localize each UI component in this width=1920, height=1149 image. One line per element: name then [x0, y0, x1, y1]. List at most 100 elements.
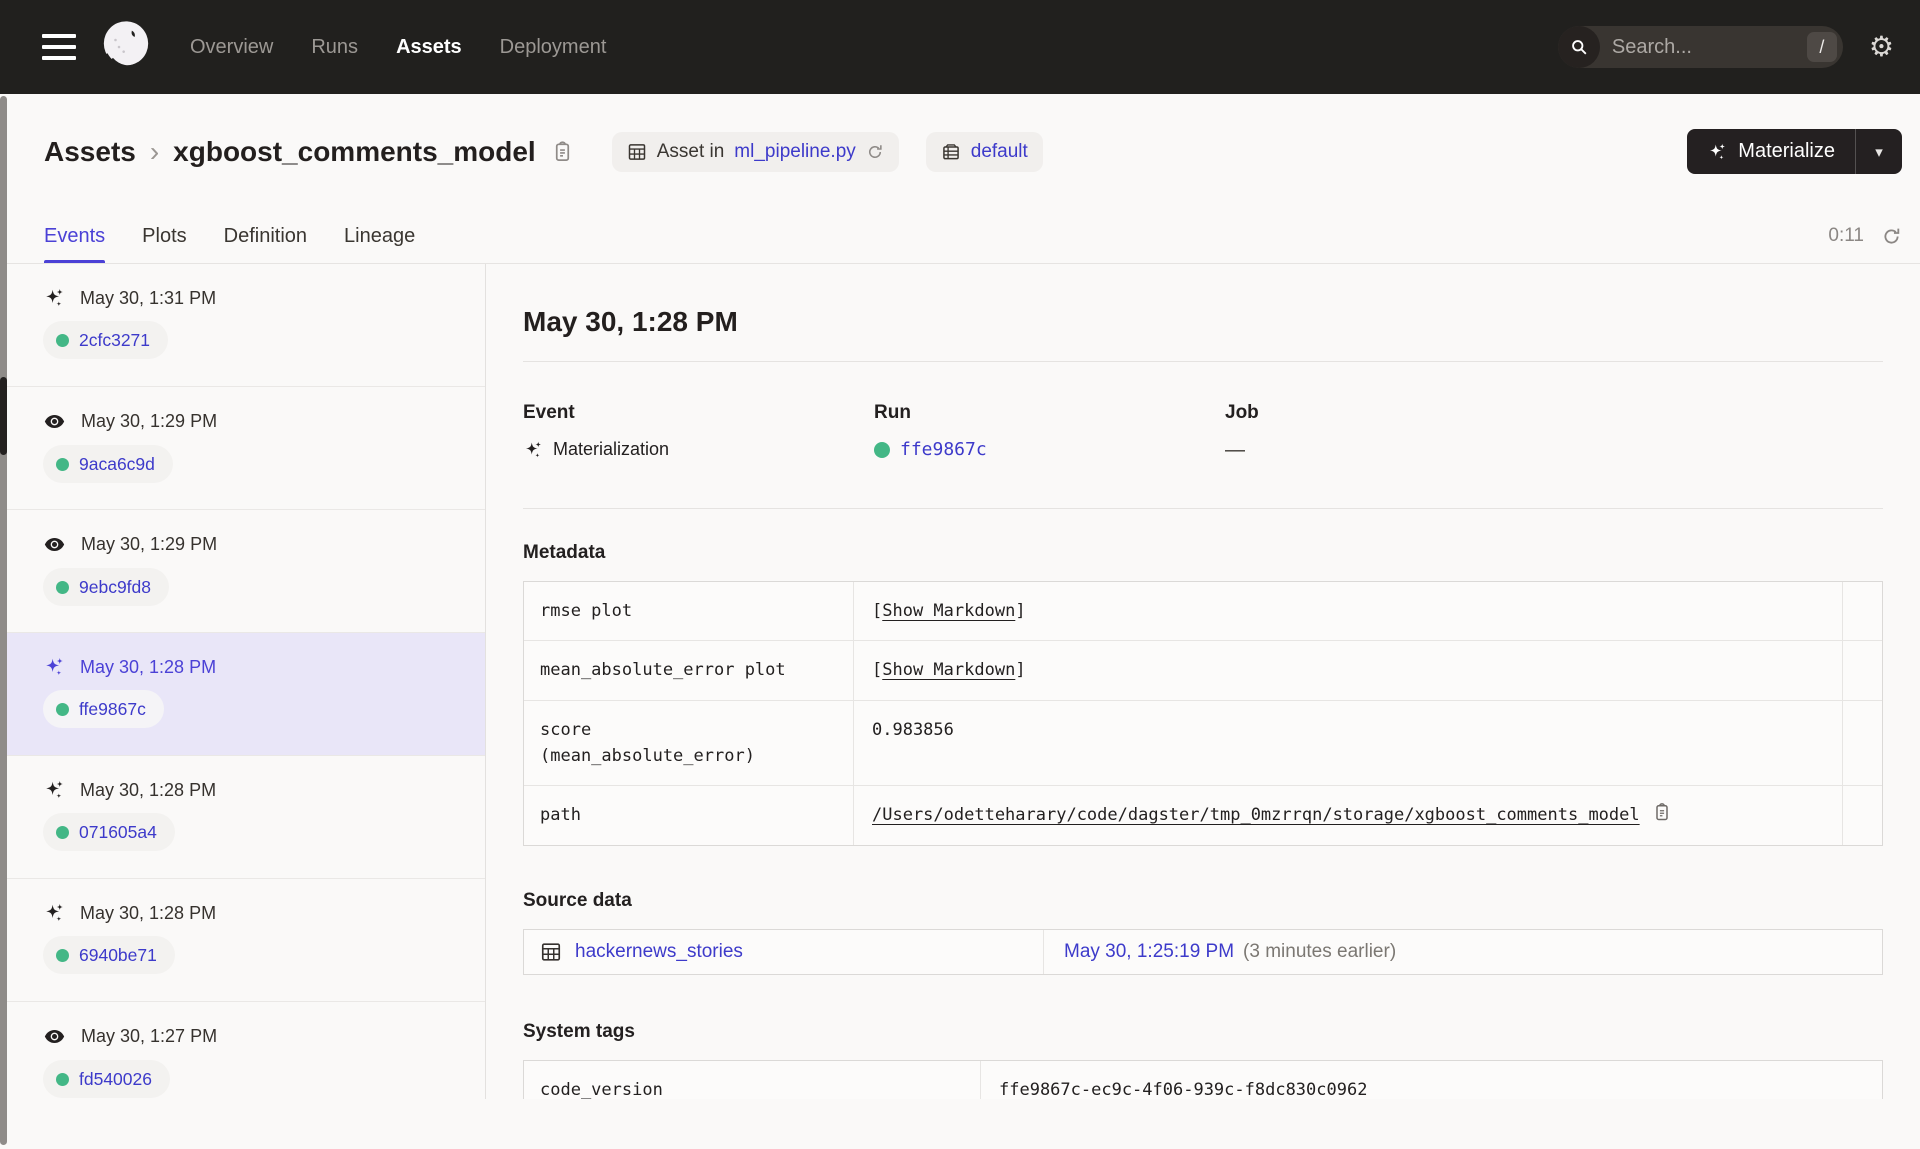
page-title-asset-name: xgboost_comments_model [173, 135, 536, 167]
materialization-sparkle-icon [43, 902, 65, 924]
materialize-dropdown-button[interactable]: ▾ [1856, 129, 1902, 174]
nav-item-overview[interactable]: Overview [190, 36, 273, 59]
top-navigation-bar: Overview Runs Assets Deployment Search..… [0, 0, 1920, 94]
source-timestamp-link[interactable]: May 30, 1:25:19 PM [1064, 941, 1234, 963]
system-tag-key: code_version [524, 1060, 981, 1099]
metadata-row: rmse plot [Show Markdown] [524, 582, 1882, 642]
dagster-logo[interactable] [98, 18, 154, 76]
event-timestamp: May 30, 1:29 PM [81, 534, 218, 554]
show-markdown-link[interactable]: Show Markdown [882, 598, 1015, 624]
materialize-button[interactable]: Materialize [1687, 129, 1855, 174]
reload-location-icon[interactable] [866, 143, 884, 161]
observation-eye-icon [43, 533, 66, 556]
materialization-sparkle-icon [43, 656, 65, 678]
bracket: [ [872, 660, 883, 681]
event-list-item[interactable]: May 30, 1:28 PM 071605a4 [0, 756, 485, 879]
event-list-item[interactable]: May 30, 1:27 PM fd540026 [0, 1002, 485, 1099]
event-column-label: Event [523, 402, 575, 423]
materialization-sparkle-icon [43, 287, 65, 309]
show-markdown-link[interactable]: Show Markdown [882, 657, 1015, 683]
job-empty-value: — [1225, 439, 1245, 461]
event-list-item[interactable]: May 30, 1:29 PM 9ebc9fd8 [0, 510, 485, 633]
vertical-scrollbar-thumb[interactable] [0, 377, 7, 455]
event-type-value: Materialization [553, 439, 670, 459]
source-data-table: hackernews_stories May 30, 1:25:19 PM (3… [523, 928, 1883, 975]
event-timestamp: May 30, 1:28 PM [80, 902, 217, 923]
tab-lineage[interactable]: Lineage [344, 209, 415, 263]
vertical-scrollbar-track[interactable] [0, 96, 7, 1145]
materialize-label: Materialize [1738, 140, 1835, 162]
asset-grid-icon [627, 142, 647, 162]
event-timestamp: May 30, 1:28 PM [80, 779, 217, 800]
run-id-pill[interactable]: 2cfc3271 [43, 321, 169, 359]
run-id-pill[interactable]: 9ebc9fd8 [43, 568, 170, 606]
asset-page-header: Assets › xgboost_comments_model Asset in… [0, 94, 1920, 209]
run-success-dot [56, 825, 69, 839]
nav-item-assets[interactable]: Assets [396, 36, 462, 59]
asset-grid-icon [540, 941, 562, 963]
tab-plots[interactable]: Plots [142, 209, 186, 263]
refresh-icon[interactable] [1881, 226, 1902, 247]
bracket: [ [872, 601, 883, 621]
run-id-link: 071605a4 [79, 821, 157, 842]
run-success-dot [56, 702, 69, 716]
copy-asset-name-icon[interactable] [551, 140, 574, 163]
run-id-link[interactable]: ffe9867c [900, 439, 987, 460]
score-value: 0.983856 [872, 719, 954, 740]
path-link[interactable]: /Users/odetteharary/code/dagster/tmp_0mz… [872, 802, 1640, 828]
system-tag-row: code_version ffe9867c-ec9c-4f06-939c-f8d… [524, 1060, 1882, 1099]
source-data-row: hackernews_stories May 30, 1:25:19 PM (3… [524, 929, 1882, 974]
bracket: ] [1015, 601, 1026, 621]
source-data-heading: Source data [523, 889, 632, 911]
metadata-key: score (mean_absolute_error) [524, 700, 854, 786]
system-tag-value: ffe9867c-ec9c-4f06-939c-f8dc830c0962 [999, 1079, 1368, 1099]
event-list-item[interactable]: May 30, 1:28 PM 6940be71 [0, 879, 485, 1002]
tab-events[interactable]: Events [44, 209, 106, 263]
materialize-split-button: Materialize ▾ [1687, 129, 1902, 174]
search-input[interactable]: Search... / [1557, 26, 1843, 68]
source-asset-link[interactable]: hackernews_stories [575, 941, 743, 963]
nav-item-deployment[interactable]: Deployment [500, 36, 607, 59]
metadata-key: mean_absolute_error plot [524, 641, 854, 700]
metadata-table: rmse plot [Show Markdown] mean_absolute_… [523, 581, 1883, 846]
run-id-link: ffe9867c [79, 698, 146, 719]
run-success-dot [56, 948, 69, 962]
metadata-row: mean_absolute_error plot [Show Markdown] [524, 641, 1882, 701]
observation-eye-icon [43, 1025, 66, 1048]
run-success-dot [56, 333, 69, 347]
event-list-item[interactable]: May 30, 1:29 PM 9aca6c9d [0, 387, 485, 510]
run-success-dot [56, 457, 69, 471]
event-list-item-selected[interactable]: May 30, 1:28 PM ffe9867c [0, 633, 485, 756]
run-id-pill[interactable]: ffe9867c [43, 690, 164, 728]
settings-gear-icon[interactable]: ⚙ [1869, 33, 1894, 61]
event-list: May 30, 1:31 PM 2cfc3271 May 30, 1:29 PM… [0, 264, 486, 1099]
source-time-note: (3 minutes earlier) [1243, 940, 1397, 962]
tab-definition[interactable]: Definition [224, 209, 307, 263]
run-id-link: 9ebc9fd8 [79, 576, 152, 597]
nav-item-runs[interactable]: Runs [311, 36, 358, 59]
run-id-link: 2cfc3271 [79, 329, 151, 350]
run-id-link: 9aca6c9d [79, 453, 155, 474]
search-icon [1557, 26, 1600, 68]
run-id-pill[interactable]: 9aca6c9d [43, 445, 173, 483]
run-id-pill[interactable]: fd540026 [43, 1060, 170, 1098]
metadata-heading: Metadata [523, 542, 606, 563]
run-success-dot [56, 580, 69, 594]
event-list-item[interactable]: May 30, 1:31 PM 2cfc3271 [0, 264, 485, 387]
run-id-link: 6940be71 [79, 944, 157, 965]
copy-path-icon[interactable] [1652, 802, 1672, 822]
asset-chip-prefix: Asset in [656, 140, 725, 162]
hamburger-menu-icon[interactable] [42, 34, 76, 60]
system-tags-table: code_version ffe9867c-ec9c-4f06-939c-f8d… [523, 1059, 1883, 1099]
code-location-link[interactable]: ml_pipeline.py [734, 141, 855, 163]
job-column-label: Job [1225, 402, 1259, 423]
refresh-countdown: 0:11 [1828, 225, 1864, 246]
asset-group-chip[interactable]: default [925, 131, 1043, 172]
breadcrumb-assets-link[interactable]: Assets [44, 136, 136, 168]
observation-eye-icon [43, 410, 66, 433]
run-id-pill[interactable]: 6940be71 [43, 936, 175, 974]
event-detail-panel: May 30, 1:28 PM Event Materialization Ru… [486, 264, 1920, 1099]
group-icon [941, 142, 961, 162]
materialize-sparkle-icon [1707, 142, 1727, 162]
run-id-pill[interactable]: 071605a4 [43, 813, 175, 851]
